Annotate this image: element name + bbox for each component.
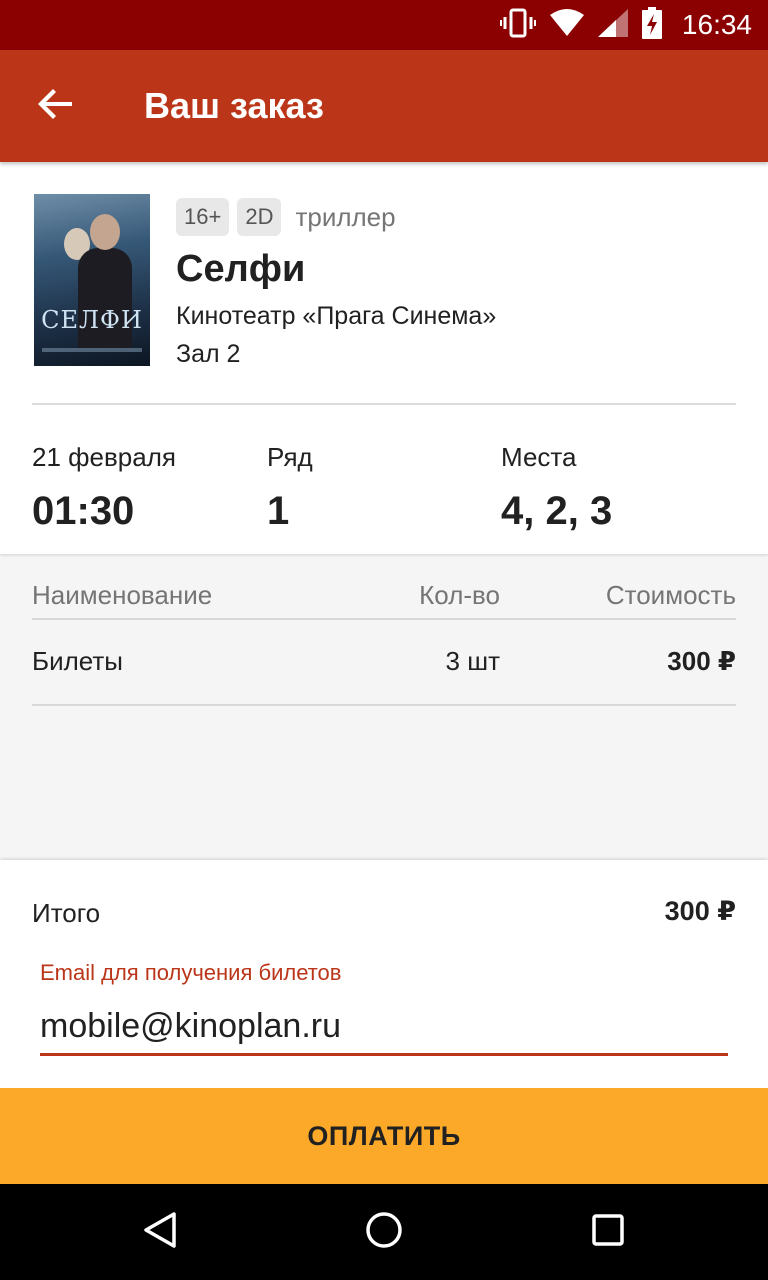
item-cost: 300 ₽ [667,646,736,676]
column-header-name: Наименование [32,580,213,610]
checkout-card: Итого 300 ₽ Email для получения билетов [0,860,768,1088]
poster-credits-strip [42,348,142,352]
nav-back-icon [140,1210,180,1255]
status-icons: 16:34 [499,6,752,44]
battery-charging-icon [641,6,662,44]
row-label: Ряд [267,442,313,472]
divider [32,704,736,706]
item-qty: 3 шт [445,646,500,676]
vibrate-icon [499,8,536,43]
column-header-qty: Кол-во [419,580,500,610]
movie-tags: 16+ 2D триллер [176,198,396,236]
seats-value: 4, 2, 3 [501,489,613,533]
poster-title: СЕЛФИ [41,306,143,334]
status-time: 16:34 [681,9,752,40]
email-field[interactable] [40,1000,728,1056]
nav-home-button[interactable] [360,1208,408,1256]
divider [32,403,736,405]
nav-home-icon [364,1210,404,1255]
movie-poster[interactable]: СЕЛФИ [34,194,150,366]
poster-figure-man [90,214,120,250]
wifi-icon [549,8,584,42]
system-nav-bar [0,1184,768,1280]
session-row: Ряд 1 [267,442,313,534]
cinema-name: Кинотеатр «Прага Синема» [176,302,497,330]
total-value: 300 ₽ [664,896,736,926]
session-date: 21 февраля [32,442,176,472]
session-date-time: 21 февраля 01:30 [32,442,176,534]
item-name: Билеты [32,646,123,676]
hall-name: Зал 2 [176,340,241,368]
page-title: Ваш заказ [144,85,324,126]
signal-icon [597,8,628,42]
movie-title: Селфи [176,248,306,290]
back-arrow-icon [38,86,74,127]
seats-label: Места [501,442,577,472]
session-seats: Места 4, 2, 3 [501,442,612,534]
status-bar: 16:34 [0,0,768,50]
table-row: Билеты 3 шт 300 ₽ [32,646,736,686]
divider [32,618,736,620]
order-table-header: Наименование Кол-во Стоимость [32,580,736,618]
nav-recents-button[interactable] [584,1208,632,1256]
column-header-cost: Стоимость [605,580,736,610]
total-label: Итого [32,898,101,928]
email-label: Email для получения билетов [40,960,342,985]
nav-recents-icon [590,1212,626,1253]
format-badge: 2D [237,198,282,236]
age-rating-badge: 16+ [176,198,230,236]
back-button[interactable] [0,50,112,162]
app-bar: Ваш заказ [0,50,768,162]
pay-button[interactable]: ОПЛАТИТЬ [0,1088,768,1184]
movie-genre: триллер [295,201,396,232]
row-value: 1 [267,489,290,533]
nav-back-button[interactable] [136,1208,184,1256]
session-time: 01:30 [32,489,135,533]
